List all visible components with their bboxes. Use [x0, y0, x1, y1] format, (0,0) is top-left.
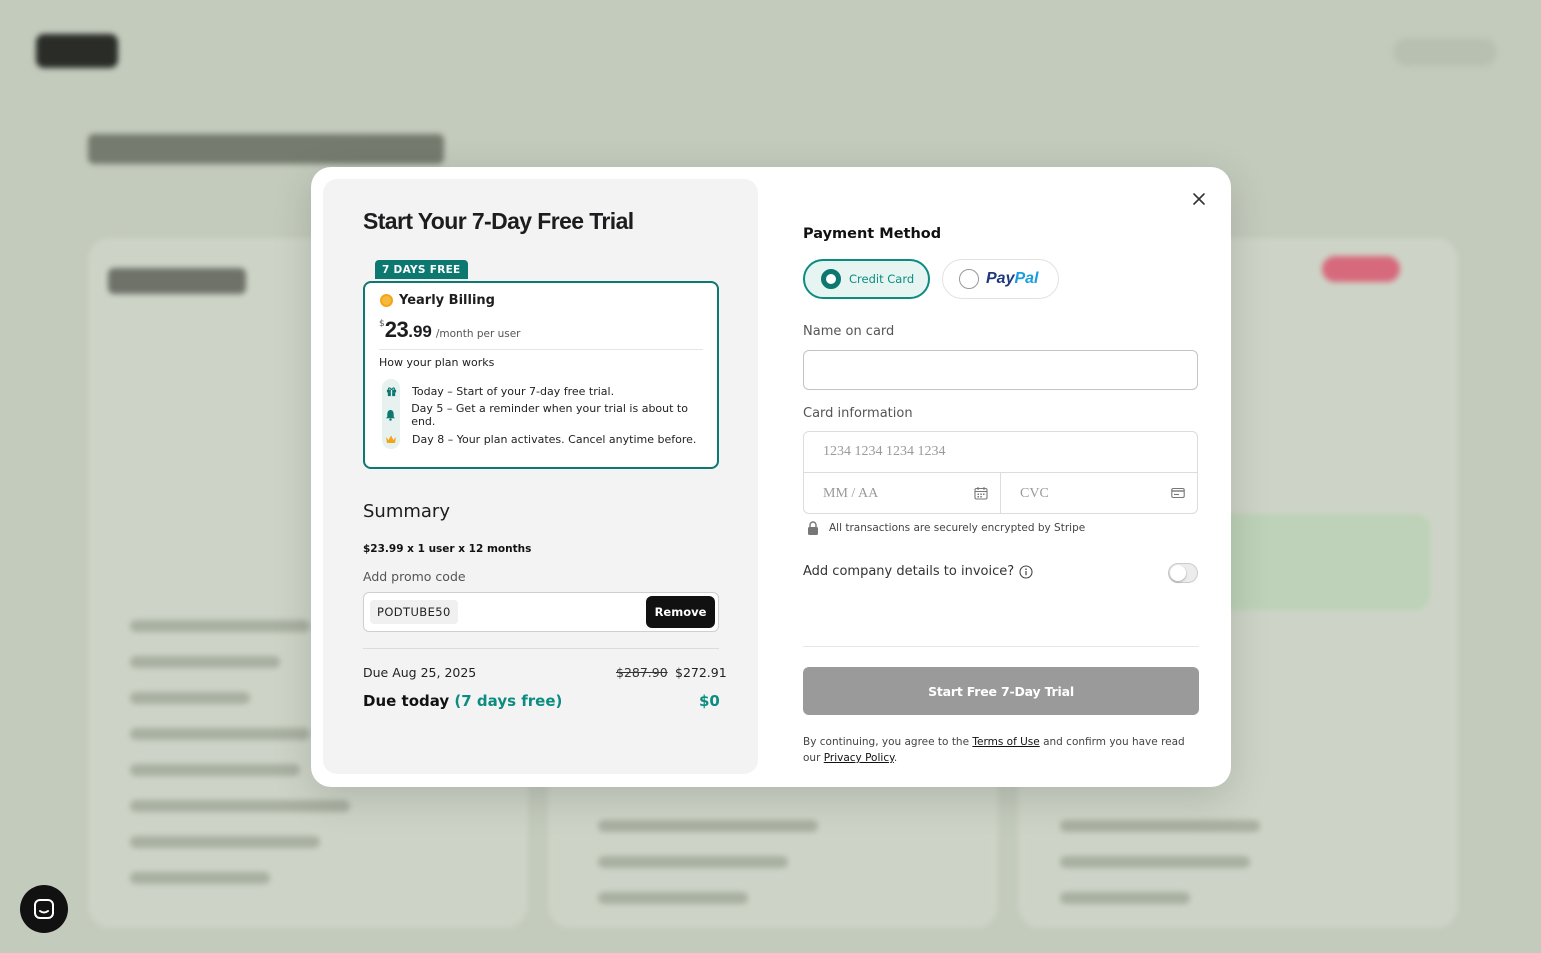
price-cents: .99: [408, 322, 432, 341]
background-heading: [108, 268, 246, 294]
secure-note: All transactions are securely encrypted …: [807, 521, 1085, 535]
discounted-price: $272.91: [675, 665, 727, 680]
remove-promo-button[interactable]: Remove: [646, 596, 715, 628]
card-information-label: Card information: [803, 406, 913, 421]
legal-prefix: By continuing, you agree to the: [803, 736, 970, 748]
due-today-label: Due today (7 days free): [363, 692, 562, 710]
expiry-input[interactable]: [804, 474, 974, 514]
legal-suffix: .: [893, 752, 898, 764]
name-on-card-label: Name on card: [803, 324, 895, 339]
lock-icon: [808, 521, 818, 535]
radio-selected-icon: [821, 269, 841, 289]
chat-launcher-button[interactable]: [20, 885, 68, 933]
payment-method-title: Payment Method: [803, 226, 942, 242]
background-line: [130, 728, 310, 740]
plan-step-text: Day 8 – Your plan activates. Cancel anyt…: [412, 432, 697, 446]
plan-step-text: Day 5 – Get a reminder when your trial i…: [411, 402, 688, 428]
background-title: [88, 134, 444, 164]
privacy-policy-link[interactable]: Privacy Policy: [824, 752, 894, 764]
background-line: [130, 656, 280, 668]
close-button[interactable]: [1189, 189, 1209, 209]
modal-title: Start Your 7-Day Free Trial: [363, 208, 634, 234]
plan-price: $ 23 .99 /month per user: [379, 317, 521, 343]
summary-line: $23.99 x 1 user x 12 months: [363, 543, 532, 555]
toggle-knob: [1170, 565, 1186, 581]
background-line: [130, 800, 350, 812]
gift-icon: [382, 382, 400, 400]
plan-step: Day 8 – Your plan activates. Cancel anyt…: [382, 429, 702, 449]
chat-icon: [34, 899, 54, 919]
due-date-label: Due Aug 25, 2025: [363, 665, 477, 680]
plan-tag: 7 DAYS FREE: [375, 260, 468, 279]
crown-icon: [382, 430, 400, 448]
original-price: $287.90: [616, 665, 668, 680]
company-details-row: Add company details to invoice?: [803, 564, 1033, 579]
plan-step: Today – Start of your 7-day free trial.: [382, 381, 702, 401]
promo-code-value: PODTUBE50: [370, 600, 458, 624]
divider: [363, 648, 719, 649]
promo-code-field[interactable]: PODTUBE50 Remove: [363, 592, 719, 632]
background-line: [130, 620, 310, 632]
card-number-input[interactable]: [804, 432, 1197, 472]
background-highlight: [1210, 514, 1430, 610]
divider: [803, 646, 1199, 647]
price-period: /month per user: [435, 328, 521, 340]
background-line: [1060, 820, 1260, 832]
background-line: [1060, 892, 1190, 904]
plan-step-text: Today – Start of your 7-day free trial.: [412, 384, 615, 398]
promo-code-label: Add promo code: [363, 569, 466, 584]
coin-icon: [380, 294, 393, 307]
background-line: [130, 692, 250, 704]
due-today-amount: $0: [699, 692, 720, 710]
name-on-card-input[interactable]: [803, 350, 1198, 390]
background-line: [130, 872, 270, 884]
credit-card-label: Credit Card: [849, 272, 915, 286]
background-line: [598, 856, 788, 868]
background-line: [598, 820, 818, 832]
background-logo: [36, 34, 118, 68]
card-cvc-icon: [1171, 487, 1185, 499]
background-line: [1060, 856, 1250, 868]
info-icon[interactable]: [1019, 564, 1033, 579]
background-badge: [1322, 256, 1400, 282]
divider: [379, 349, 703, 350]
start-free-trial-button[interactable]: Start Free 7-Day Trial: [803, 667, 1199, 715]
free-trial-modal: Start Your 7-Day Free Trial 7 DAYS FREE …: [311, 167, 1231, 787]
free-days-text: (7 days free): [454, 692, 563, 710]
background-line: [130, 836, 320, 848]
plan-card[interactable]: Yearly Billing $ 23 .99 /month per user …: [363, 281, 719, 469]
secure-note-text: All transactions are securely encrypted …: [829, 522, 1086, 534]
credit-card-option[interactable]: Credit Card: [803, 259, 930, 299]
company-details-toggle[interactable]: [1168, 563, 1198, 583]
company-details-label: Add company details to invoice?: [803, 564, 1015, 579]
background-line: [598, 892, 748, 904]
plan-name: Yearly Billing: [380, 293, 495, 308]
bell-icon: [382, 406, 399, 424]
plan-panel: Start Your 7-Day Free Trial 7 DAYS FREE …: [323, 179, 758, 774]
due-today-text: Due today: [363, 692, 450, 710]
terms-of-use-link[interactable]: Terms of Use: [972, 736, 1039, 748]
paypal-logo-part: Pal: [1014, 270, 1039, 287]
summary-title: Summary: [363, 501, 450, 522]
plan-step: Day 5 – Get a reminder when your trial i…: [382, 402, 702, 428]
radio-unselected-icon: [959, 269, 979, 289]
plan-name-label: Yearly Billing: [399, 293, 495, 308]
paypal-logo: PayPal: [986, 270, 1038, 288]
card-information-field: [803, 431, 1198, 514]
calendar-icon: [974, 487, 988, 500]
background-line: [130, 764, 300, 776]
how-plan-works-title: How your plan works: [379, 356, 495, 369]
paypal-logo-part: Pay: [986, 270, 1015, 287]
paypal-option[interactable]: PayPal: [942, 259, 1059, 299]
background-header-button: [1393, 38, 1497, 66]
price-whole: 23: [384, 317, 409, 342]
cvc-input[interactable]: [1001, 474, 1171, 514]
legal-text: By continuing, you agree to the Terms of…: [803, 734, 1199, 766]
close-icon: [1193, 193, 1205, 205]
